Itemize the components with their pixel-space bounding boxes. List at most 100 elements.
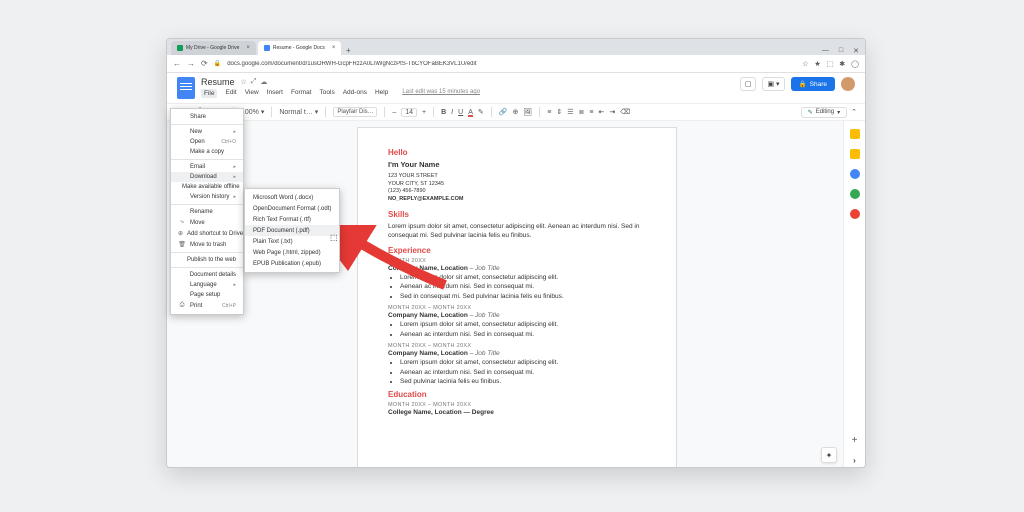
submenu-item-epub-publication-epub-[interactable]: EPUB Publication (.epub) [245, 258, 339, 269]
indent-dec-button[interactable]: ⇤ [598, 108, 604, 116]
font-size-inc[interactable]: + [422, 109, 426, 116]
meet-button[interactable]: ▢ [740, 77, 757, 91]
menu-view[interactable]: View [245, 89, 259, 98]
text-color-button[interactable]: A [468, 109, 473, 116]
menu-tools[interactable]: Tools [320, 89, 335, 98]
align-button[interactable]: ≡ [547, 109, 551, 116]
submenu-item-pdf-document-pdf-[interactable]: PDF Document (.pdf) [245, 225, 339, 236]
zoom-select[interactable]: 100% ▾ [241, 108, 264, 116]
menu-item-print[interactable]: ⎙PrintCtrl+P [171, 300, 243, 311]
clear-format-button[interactable]: ⌫ [620, 108, 630, 116]
share-button[interactable]: 🔒 Share [791, 77, 835, 91]
url-field[interactable]: docs.google.com/document/d/1usORWH-GcpFR… [227, 61, 796, 67]
close-button[interactable]: ✕ [853, 47, 859, 55]
menu-help[interactable]: Help [375, 89, 388, 98]
extension-icon[interactable]: ✱ [839, 60, 845, 68]
mode-select[interactable]: ✎Editing ▾ [801, 107, 847, 118]
new-tab-button[interactable]: + [343, 45, 353, 55]
account-avatar[interactable] [841, 77, 855, 91]
italic-button[interactable]: I [451, 109, 453, 116]
reload-button[interactable]: ⟳ [201, 59, 208, 68]
font-select[interactable]: Playfair Dis… [333, 107, 377, 117]
side-panel: + › [843, 121, 865, 468]
tasks-icon[interactable] [850, 169, 860, 179]
menu-item-make-a-copy[interactable]: Make a copy [171, 147, 243, 157]
bookmark-icon[interactable]: ★ [814, 60, 820, 68]
submenu-arrow-icon: ▸ [233, 282, 236, 288]
menu-item-new[interactable]: New▸ [171, 127, 243, 137]
contacts-icon[interactable] [850, 189, 860, 199]
font-size-dec[interactable]: – [392, 109, 396, 116]
menu-item-move-to-trash[interactable]: 🗑Move to trash [171, 239, 243, 250]
menu-format[interactable]: Format [291, 89, 312, 98]
menu-item-make-available-offline[interactable]: Make available offline [171, 182, 243, 192]
add-addon-button[interactable]: + [852, 435, 858, 446]
menu-item-icon: ⎙ [178, 302, 186, 309]
menu-item-share[interactable]: Share [171, 112, 243, 122]
document-title[interactable]: Resume [201, 77, 235, 87]
submenu-arrow-icon: ▸ [233, 164, 236, 170]
indent-inc-button[interactable]: ⇥ [609, 108, 615, 116]
tab-close-icon[interactable]: × [246, 45, 250, 51]
highlight-button[interactable]: ✎ [478, 108, 484, 116]
menu-item-download[interactable]: Download▸ [171, 172, 243, 182]
menu-item-page-setup[interactable]: Page setup [171, 290, 243, 300]
hide-panel-button[interactable]: › [853, 456, 856, 465]
extension-icon[interactable]: ⬚ [827, 60, 834, 68]
menu-item-label: Email [190, 164, 205, 170]
explore-button[interactable]: ✦ [821, 447, 837, 463]
link-button[interactable]: 🔗 [499, 108, 508, 116]
submenu-item-web-page-html-zipped-[interactable]: Web Page (.html, zipped) [245, 247, 339, 258]
menu-file[interactable]: File [201, 89, 217, 98]
submenu-item-plain-text-txt-[interactable]: Plain Text (.txt) [245, 236, 339, 247]
profile-icon[interactable]: ◯ [851, 60, 859, 68]
menu-shortcut: Ctrl+O [221, 139, 236, 145]
comment-button[interactable]: ⊕ [512, 108, 518, 116]
docs-logo-icon[interactable] [177, 77, 195, 99]
tab-close-icon[interactable]: × [332, 45, 336, 51]
line-spacing-button[interactable]: ⇕ [556, 108, 562, 116]
heading-name: I'm Your Name [388, 160, 646, 169]
maps-icon[interactable] [850, 209, 860, 219]
menu-item-rename[interactable]: Rename [171, 207, 243, 217]
menu-item-publish-to-the-web[interactable]: Publish to the web [171, 255, 243, 265]
minimize-button[interactable]: — [822, 47, 829, 55]
menu-item-document-details[interactable]: Document details [171, 270, 243, 280]
back-button[interactable]: ← [173, 59, 181, 68]
submenu-item-rich-text-format-rtf-[interactable]: Rich Text Format (.rtf) [245, 214, 339, 225]
browser-tab-drive[interactable]: My Drive - Google Drive × [171, 41, 256, 55]
submenu-item-opendocument-format-odt-[interactable]: OpenDocument Format (.odt) [245, 203, 339, 214]
image-button[interactable]: 🖼 [523, 108, 532, 116]
maximize-button[interactable]: □ [839, 47, 843, 55]
number-list-button[interactable]: ≡ [589, 109, 593, 116]
collapse-toolbar-button[interactable]: ⌃ [851, 108, 857, 116]
bullet-list-button[interactable]: ≣ [578, 108, 584, 116]
checklist-button[interactable]: ☰ [567, 108, 573, 116]
menu-item-move[interactable]: ⤷Move [171, 217, 243, 228]
share-icon[interactable]: ☆ [802, 60, 808, 68]
menu-item-version-history[interactable]: Version history▸ [171, 192, 243, 202]
menu-item-open[interactable]: OpenCtrl+O [171, 137, 243, 147]
calendar-icon[interactable] [850, 129, 860, 139]
font-size-input[interactable]: 14 [401, 108, 417, 117]
keep-icon[interactable] [850, 149, 860, 159]
browser-tab-docs[interactable]: Resume - Google Docs × [258, 41, 341, 55]
style-select[interactable]: Normal t… ▾ [279, 108, 318, 116]
cloud-status-icon[interactable]: ☁ [260, 78, 267, 86]
menu-item-email[interactable]: Email ▸ [171, 162, 243, 172]
menu-edit[interactable]: Edit [225, 89, 236, 98]
menu-insert[interactable]: Insert [267, 89, 283, 98]
bold-button[interactable]: B [441, 109, 446, 116]
move-icon[interactable]: ⤢ [251, 78, 257, 86]
last-edit-link[interactable]: Last edit was 15 minutes ago [402, 89, 480, 98]
menu-item-language[interactable]: Language▸ [171, 280, 243, 290]
submenu-item-microsoft-word-docx-[interactable]: Microsoft Word (.docx) [245, 192, 339, 203]
menu-item-add-shortcut-to-drive[interactable]: ⊕Add shortcut to Drive [171, 228, 243, 239]
forward-button[interactable]: → [187, 59, 195, 68]
docs-header: Resume ☆ ⤢ ☁ File Edit View Insert Forma… [167, 73, 865, 103]
underline-button[interactable]: U [458, 109, 463, 116]
star-icon[interactable]: ☆ [241, 78, 247, 86]
menu-addons[interactable]: Add-ons [343, 89, 367, 98]
present-button[interactable]: ▣ ▾ [762, 77, 784, 91]
document-page[interactable]: Hello I'm Your Name 123 YOUR STREET YOUR… [357, 127, 677, 468]
